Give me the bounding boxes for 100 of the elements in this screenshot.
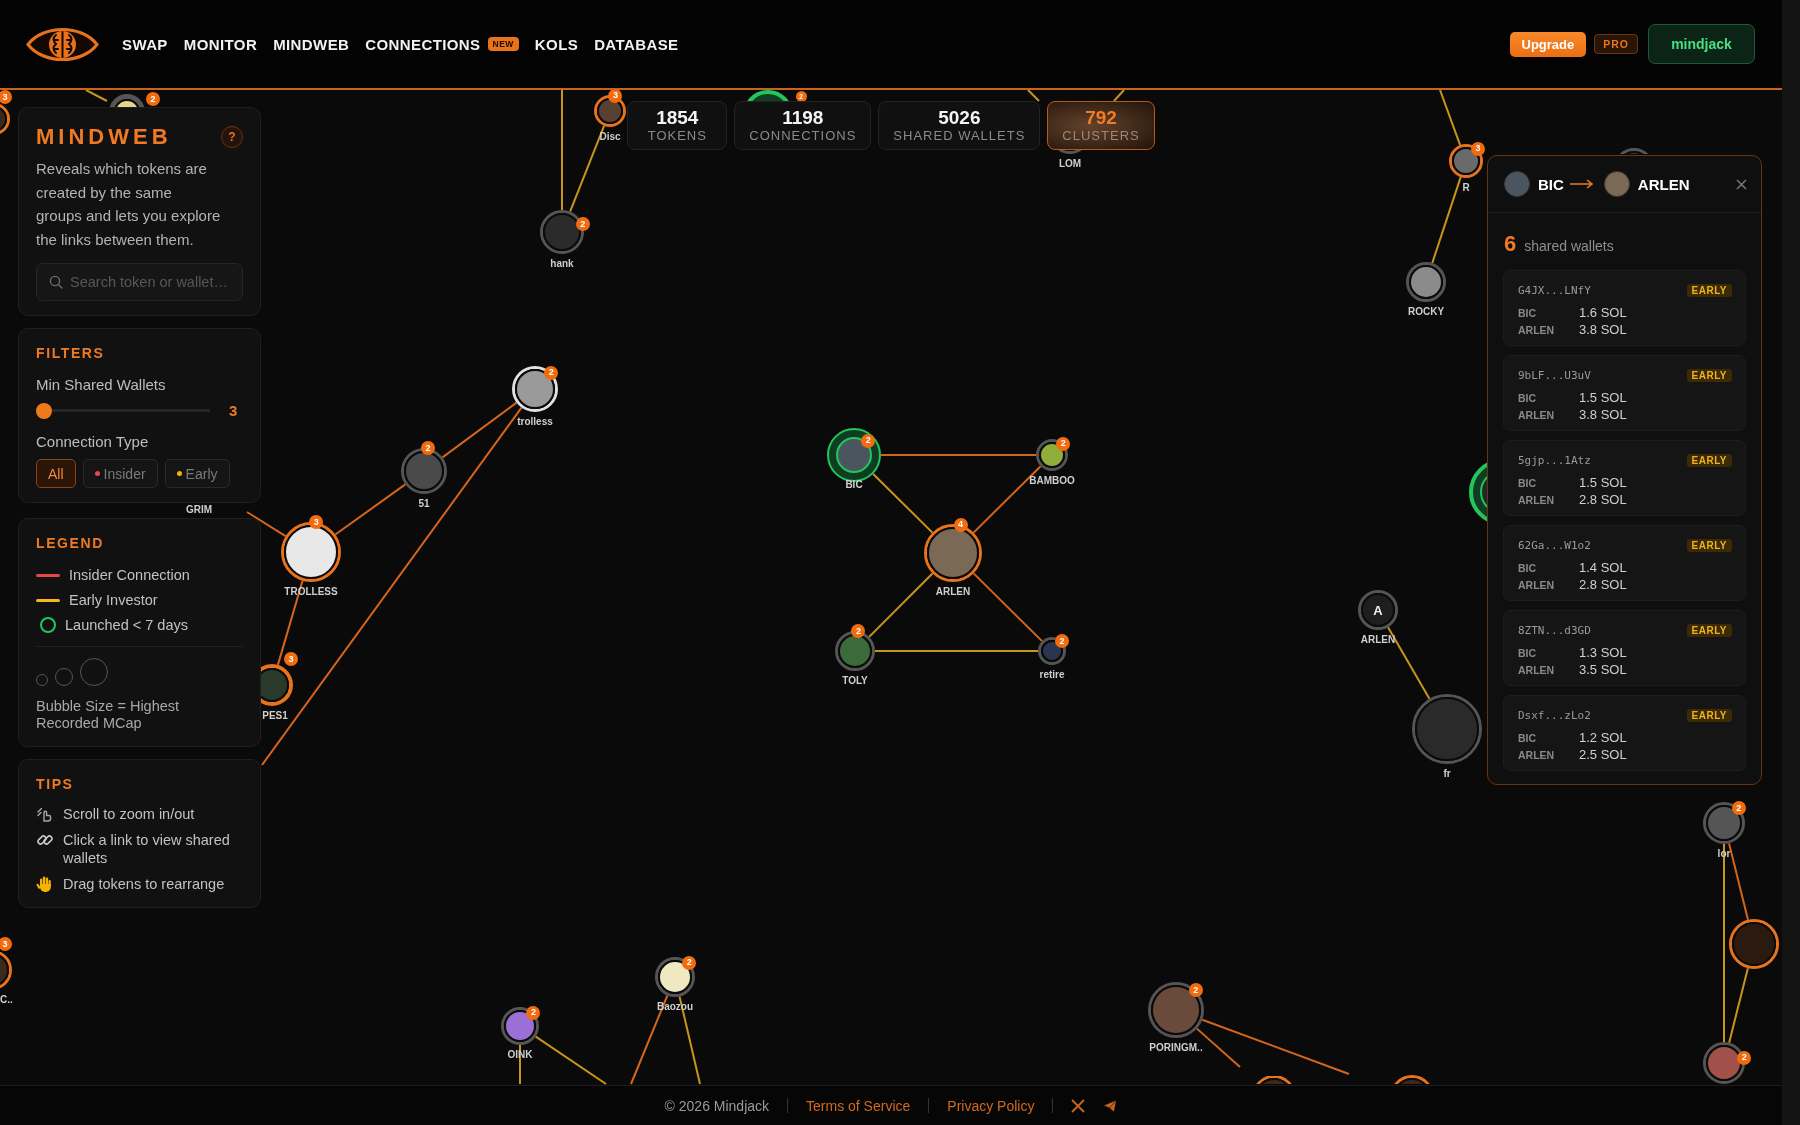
nav-link[interactable]: KOLS <box>534 35 579 53</box>
wallet-card[interactable]: 5gjp...1Atz EARLY BIC 1.5 SOL ARLEN 2.8 SOL <box>1503 440 1746 516</box>
token-label: Disc <box>599 131 621 143</box>
type-tag: EARLY <box>1686 453 1732 467</box>
stat-label: CLUSTERS <box>1062 128 1140 144</box>
slider-value: 3 <box>229 402 238 419</box>
nav-link[interactable]: MINDWEB <box>273 35 350 53</box>
wallet-address: 5gjp...1Atz <box>1518 453 1591 467</box>
token-name: ARLEN <box>1518 323 1556 336</box>
token-bubble[interactable] <box>655 957 695 997</box>
count-badge: 2 <box>1054 634 1069 649</box>
amount-value: 2.8 SOL <box>1579 577 1627 592</box>
amount-value: 2.5 SOL <box>1579 747 1627 762</box>
count-badge: 3 <box>309 515 324 530</box>
stat-value: 1198 <box>782 107 824 128</box>
type-filter-button[interactable]: Insider <box>82 459 158 488</box>
token-name: ARLEN <box>1518 408 1556 421</box>
count-badge: 2 <box>526 1005 541 1020</box>
token-bubble[interactable] <box>1703 802 1745 844</box>
token-bubble[interactable] <box>1406 262 1446 302</box>
token-name: BIC <box>1518 391 1538 404</box>
type-filter-button[interactable]: Early <box>164 459 230 488</box>
paper-plane-icon[interactable] <box>1103 1098 1118 1113</box>
panel-title: LEGEND <box>36 534 105 552</box>
filter-label: Min Shared Wallets <box>36 375 167 395</box>
type-tag: EARLY <box>1686 623 1732 637</box>
wallet-card[interactable]: 9bLF...U3uV EARLY BIC 1.5 SOL ARLEN 3.8 SOL <box>1503 355 1746 431</box>
help-button[interactable]: ? <box>221 126 243 148</box>
stat-value: 1854 <box>656 107 699 128</box>
stat-label: SHARED WALLETS <box>893 128 1026 144</box>
copyright-text: © 2026 Mindjack <box>664 1097 770 1114</box>
amount-value: 1.2 SOL <box>1579 730 1627 745</box>
count-badge: 4 <box>953 518 968 532</box>
token-name: BIC <box>1518 731 1538 744</box>
token-avatar <box>1504 171 1530 197</box>
count-badge: 2 <box>1737 1050 1752 1065</box>
account-button[interactable]: mindjack <box>1648 24 1755 64</box>
amount-value: 1.3 SOL <box>1579 645 1627 660</box>
slider-thumb[interactable] <box>36 402 52 419</box>
token-label: BAMBOO <box>1029 475 1075 487</box>
count-badge: 3 <box>284 652 298 666</box>
wallet-card[interactable]: G4JX...LNfY EARLY BIC 1.6 SOL ARLEN 3.8 SOL <box>1503 270 1746 346</box>
wallet-card[interactable]: 62Ga...W1o2 EARLY BIC 1.4 SOL ARLEN 2.8 SOL <box>1503 525 1746 601</box>
search-field[interactable]: Search token or wallet… <box>36 263 243 301</box>
amount-value: 3.8 SOL <box>1579 407 1627 422</box>
count-badge: 2 <box>861 433 876 448</box>
token-bubble[interactable] <box>540 210 584 254</box>
footer-link[interactable]: Terms of Service <box>806 1097 911 1114</box>
nav-link[interactable]: MONITOR <box>183 35 258 53</box>
amount-value: 1.5 SOL <box>1579 475 1627 490</box>
wallet-count: 6 <box>1504 233 1517 255</box>
stat-value: 5026 <box>938 107 981 128</box>
count-badge: 2 <box>1731 801 1746 816</box>
description-text: Reveals which tokens are created by the same groups and lets you explore the links between them. <box>36 159 221 250</box>
token-label: GRIM <box>185 504 213 516</box>
token-name: ARLEN <box>1637 175 1690 193</box>
token-name: ARLEN <box>1518 493 1556 506</box>
count-badge: 2 <box>1056 436 1071 451</box>
search-icon <box>49 275 63 289</box>
wallet-address: 9bLF...U3uV <box>1518 368 1591 382</box>
footer-link[interactable]: Privacy Policy <box>947 1097 1035 1114</box>
filter-label: Connection Type <box>36 432 150 452</box>
token-bubble[interactable]: A <box>1358 590 1398 630</box>
token-bubble[interactable] <box>1729 919 1779 969</box>
type-filter-button[interactable]: All <box>36 459 76 488</box>
wallet-card[interactable]: Dsxf...zLo2 EARLY BIC 1.2 SOL ARLEN 2.5 SOL <box>1503 695 1746 771</box>
stat-label: TOKENS <box>647 128 707 144</box>
amount-value: 2.8 SOL <box>1579 492 1627 507</box>
count-badge: 3 <box>0 90 12 104</box>
token-name: ARLEN <box>1518 748 1556 761</box>
wallet-card[interactable]: 8ZTN...d3GD EARLY BIC 1.3 SOL ARLEN 3.5 SOL <box>1503 610 1746 686</box>
token-label: TOLY <box>842 675 868 687</box>
nav-link[interactable]: DATABASE <box>594 35 679 53</box>
type-tag: EARLY <box>1686 708 1732 722</box>
token-bubble[interactable] <box>1148 982 1204 1038</box>
stat-label: CONNECTIONS <box>749 128 857 144</box>
count-badge: 2 <box>421 441 435 456</box>
count-badge: 3 <box>0 937 12 951</box>
amount-value: 1.5 SOL <box>1579 390 1627 405</box>
count-badge: 3 <box>608 90 623 103</box>
token-bubble[interactable] <box>0 952 12 988</box>
token-name: BIC <box>1518 561 1538 574</box>
token-label: LOM <box>1058 158 1082 170</box>
token-label: ARLEN <box>935 586 971 598</box>
hand-icon <box>36 875 54 893</box>
nav-link[interactable]: SWAP <box>122 35 168 53</box>
wallet-address: G4JX...LNfY <box>1518 283 1591 297</box>
close-icon[interactable] <box>1736 178 1747 190</box>
x-logo-icon[interactable] <box>1071 1098 1086 1113</box>
token-label: 51 <box>418 498 430 510</box>
type-tag: EARLY <box>1686 368 1732 382</box>
count-badge: 2 <box>682 955 697 970</box>
tip-text: Click a link to view shared wallets <box>63 831 231 867</box>
nav-link[interactable]: CONNECTIONS <box>365 35 481 53</box>
token-label: trolless <box>517 416 553 428</box>
new-badge: NEW <box>487 37 519 51</box>
legend-label: Launched < 7 days <box>65 617 188 633</box>
count-badge: 2 <box>544 365 559 380</box>
token-label: R <box>1462 182 1470 194</box>
token-bubble[interactable] <box>827 428 881 482</box>
